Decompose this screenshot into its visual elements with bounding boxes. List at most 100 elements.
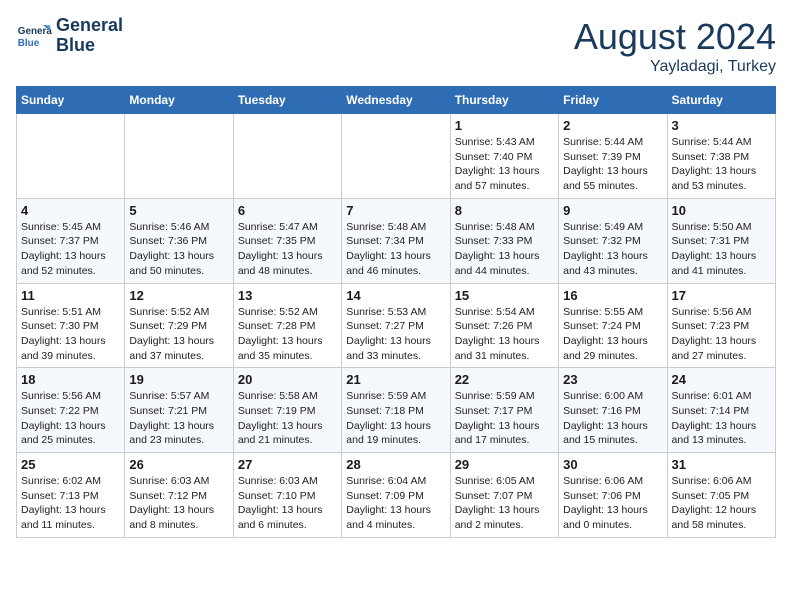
calendar-cell: 10 Sunrise: 5:50 AMSunset: 7:31 PMDayligh… — [667, 198, 775, 283]
day-number: 26 — [129, 457, 228, 472]
day-number: 21 — [346, 372, 445, 387]
day-number: 18 — [21, 372, 120, 387]
day-number: 19 — [129, 372, 228, 387]
calendar-cell: 13 Sunrise: 5:52 AMSunset: 7:28 PMDayligh… — [233, 283, 341, 368]
day-number: 28 — [346, 457, 445, 472]
day-info: Sunrise: 6:05 AMSunset: 7:07 PMDaylight:… — [455, 474, 554, 533]
calendar-cell: 24 Sunrise: 6:01 AMSunset: 7:14 PMDayligh… — [667, 368, 775, 453]
logo-text: General Blue — [56, 16, 123, 56]
day-number: 22 — [455, 372, 554, 387]
calendar-cell — [342, 114, 450, 199]
calendar-day-header: Wednesday — [342, 87, 450, 114]
day-number: 10 — [672, 203, 771, 218]
day-info: Sunrise: 5:56 AMSunset: 7:23 PMDaylight:… — [672, 305, 771, 364]
month-year-title: August 2024 — [574, 16, 776, 58]
calendar-cell: 17 Sunrise: 5:56 AMSunset: 7:23 PMDayligh… — [667, 283, 775, 368]
calendar-cell: 31 Sunrise: 6:06 AMSunset: 7:05 PMDayligh… — [667, 453, 775, 538]
day-number: 23 — [563, 372, 662, 387]
calendar-day-header: Friday — [559, 87, 667, 114]
day-number: 16 — [563, 288, 662, 303]
day-info: Sunrise: 6:06 AMSunset: 7:06 PMDaylight:… — [563, 474, 662, 533]
day-info: Sunrise: 5:52 AMSunset: 7:29 PMDaylight:… — [129, 305, 228, 364]
calendar-day-header: Tuesday — [233, 87, 341, 114]
calendar-cell: 16 Sunrise: 5:55 AMSunset: 7:24 PMDayligh… — [559, 283, 667, 368]
day-info: Sunrise: 6:00 AMSunset: 7:16 PMDaylight:… — [563, 389, 662, 448]
calendar-cell: 27 Sunrise: 6:03 AMSunset: 7:10 PMDayligh… — [233, 453, 341, 538]
day-info: Sunrise: 5:59 AMSunset: 7:18 PMDaylight:… — [346, 389, 445, 448]
calendar-cell: 1 Sunrise: 5:43 AMSunset: 7:40 PMDaylight… — [450, 114, 558, 199]
calendar-day-header: Thursday — [450, 87, 558, 114]
calendar-week-row: 1 Sunrise: 5:43 AMSunset: 7:40 PMDaylight… — [17, 114, 776, 199]
day-info: Sunrise: 5:51 AMSunset: 7:30 PMDaylight:… — [21, 305, 120, 364]
day-number: 17 — [672, 288, 771, 303]
day-info: Sunrise: 5:44 AMSunset: 7:39 PMDaylight:… — [563, 135, 662, 194]
day-info: Sunrise: 5:52 AMSunset: 7:28 PMDaylight:… — [238, 305, 337, 364]
calendar-cell: 4Sunrise: 5:45 AMSunset: 7:37 PMDaylight… — [17, 198, 125, 283]
day-info: Sunrise: 5:44 AMSunset: 7:38 PMDaylight:… — [672, 135, 771, 194]
day-number: 5 — [129, 203, 228, 218]
calendar-cell: 20 Sunrise: 5:58 AMSunset: 7:19 PMDayligh… — [233, 368, 341, 453]
page-header: General Blue General Blue August 2024 Ya… — [16, 16, 776, 76]
day-number: 3 — [672, 118, 771, 133]
calendar-cell: 2 Sunrise: 5:44 AMSunset: 7:39 PMDaylight… — [559, 114, 667, 199]
day-info: Sunrise: 5:46 AMSunset: 7:36 PMDaylight:… — [129, 220, 228, 279]
day-info: Sunrise: 5:49 AMSunset: 7:32 PMDaylight:… — [563, 220, 662, 279]
day-number: 20 — [238, 372, 337, 387]
calendar-cell: 6Sunrise: 5:47 AMSunset: 7:35 PMDaylight… — [233, 198, 341, 283]
calendar-cell: 29 Sunrise: 6:05 AMSunset: 7:07 PMDayligh… — [450, 453, 558, 538]
logo-icon: General Blue — [16, 18, 52, 54]
day-info: Sunrise: 5:59 AMSunset: 7:17 PMDaylight:… — [455, 389, 554, 448]
calendar-cell: 3 Sunrise: 5:44 AMSunset: 7:38 PMDaylight… — [667, 114, 775, 199]
svg-text:Blue: Blue — [18, 38, 40, 49]
day-info: Sunrise: 6:06 AMSunset: 7:05 PMDaylight:… — [672, 474, 771, 533]
day-number: 13 — [238, 288, 337, 303]
calendar-cell: 30 Sunrise: 6:06 AMSunset: 7:06 PMDayligh… — [559, 453, 667, 538]
calendar-cell: 25Sunrise: 6:02 AMSunset: 7:13 PMDayligh… — [17, 453, 125, 538]
day-number: 11 — [21, 288, 120, 303]
day-number: 15 — [455, 288, 554, 303]
location-subtitle: Yayladagi, Turkey — [574, 58, 776, 76]
calendar-cell: 28 Sunrise: 6:04 AMSunset: 7:09 PMDayligh… — [342, 453, 450, 538]
day-number: 31 — [672, 457, 771, 472]
calendar-cell: 23 Sunrise: 6:00 AMSunset: 7:16 PMDayligh… — [559, 368, 667, 453]
day-number: 24 — [672, 372, 771, 387]
day-number: 9 — [563, 203, 662, 218]
calendar-cell — [125, 114, 233, 199]
day-number: 27 — [238, 457, 337, 472]
day-number: 6 — [238, 203, 337, 218]
calendar-cell: 12 Sunrise: 5:52 AMSunset: 7:29 PMDayligh… — [125, 283, 233, 368]
calendar-week-row: 25Sunrise: 6:02 AMSunset: 7:13 PMDayligh… — [17, 453, 776, 538]
day-number: 2 — [563, 118, 662, 133]
day-number: 1 — [455, 118, 554, 133]
calendar-week-row: 18Sunrise: 5:56 AMSunset: 7:22 PMDayligh… — [17, 368, 776, 453]
calendar-cell: 15Sunrise: 5:54 AMSunset: 7:26 PMDayligh… — [450, 283, 558, 368]
day-info: Sunrise: 5:50 AMSunset: 7:31 PMDaylight:… — [672, 220, 771, 279]
day-info: Sunrise: 5:55 AMSunset: 7:24 PMDaylight:… — [563, 305, 662, 364]
calendar-cell: 5 Sunrise: 5:46 AMSunset: 7:36 PMDaylight… — [125, 198, 233, 283]
day-info: Sunrise: 5:48 AMSunset: 7:34 PMDaylight:… — [346, 220, 445, 279]
day-info: Sunrise: 5:45 AMSunset: 7:37 PMDaylight:… — [21, 220, 120, 279]
day-info: Sunrise: 6:04 AMSunset: 7:09 PMDaylight:… — [346, 474, 445, 533]
day-number: 12 — [129, 288, 228, 303]
calendar-cell: 11 Sunrise: 5:51 AMSunset: 7:30 PMDayligh… — [17, 283, 125, 368]
calendar-day-header: Sunday — [17, 87, 125, 114]
logo: General Blue General Blue — [16, 16, 123, 56]
day-info: Sunrise: 6:01 AMSunset: 7:14 PMDaylight:… — [672, 389, 771, 448]
day-number: 8 — [455, 203, 554, 218]
day-info: Sunrise: 6:03 AMSunset: 7:10 PMDaylight:… — [238, 474, 337, 533]
day-number: 25 — [21, 457, 120, 472]
day-number: 7 — [346, 203, 445, 218]
calendar-table: SundayMondayTuesdayWednesdayThursdayFrid… — [16, 86, 776, 538]
calendar-cell — [233, 114, 341, 199]
day-info: Sunrise: 5:43 AMSunset: 7:40 PMDaylight:… — [455, 135, 554, 194]
day-info: Sunrise: 5:48 AMSunset: 7:33 PMDaylight:… — [455, 220, 554, 279]
day-info: Sunrise: 5:58 AMSunset: 7:19 PMDaylight:… — [238, 389, 337, 448]
calendar-week-row: 11 Sunrise: 5:51 AMSunset: 7:30 PMDayligh… — [17, 283, 776, 368]
day-info: Sunrise: 5:57 AMSunset: 7:21 PMDaylight:… — [129, 389, 228, 448]
calendar-cell: 18Sunrise: 5:56 AMSunset: 7:22 PMDayligh… — [17, 368, 125, 453]
calendar-cell: 7 Sunrise: 5:48 AMSunset: 7:34 PMDaylight… — [342, 198, 450, 283]
day-number: 29 — [455, 457, 554, 472]
calendar-cell — [17, 114, 125, 199]
day-number: 30 — [563, 457, 662, 472]
calendar-cell: 9 Sunrise: 5:49 AMSunset: 7:32 PMDaylight… — [559, 198, 667, 283]
